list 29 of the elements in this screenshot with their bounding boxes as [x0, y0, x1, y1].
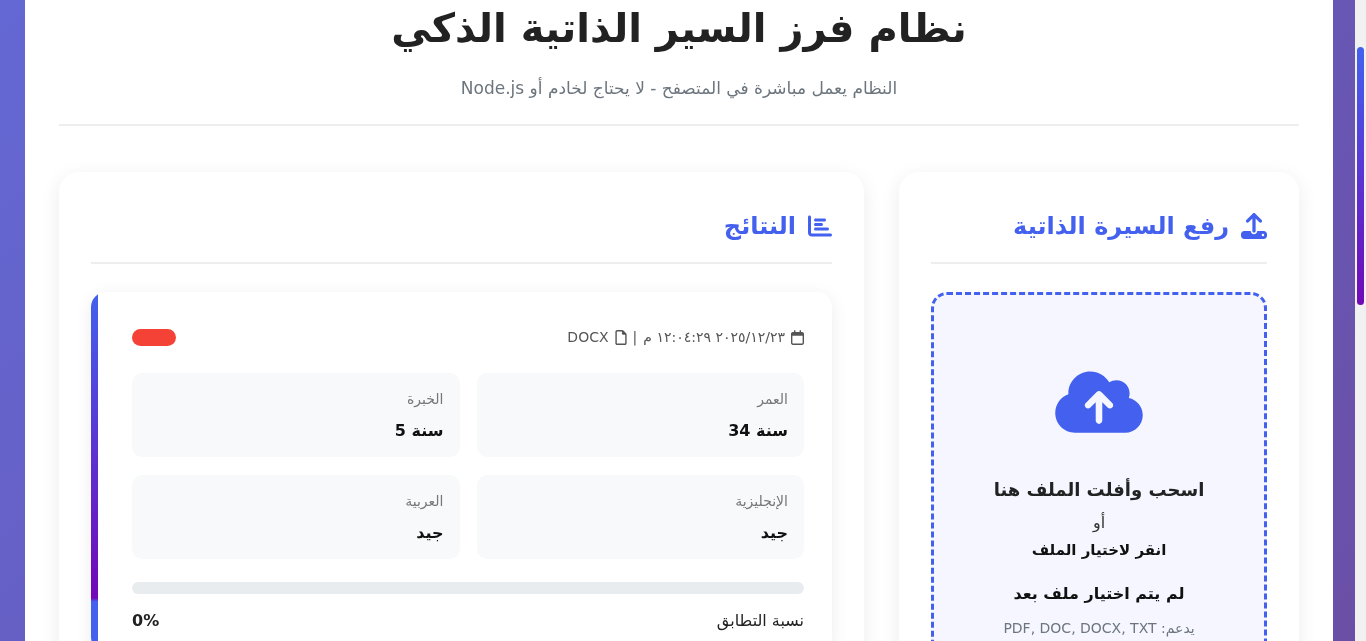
file-type: DOCX — [567, 327, 609, 347]
info-label: الإنجليزية — [734, 492, 788, 512]
info-value: 5 سنة — [393, 420, 444, 442]
chart-bar-icon — [808, 214, 832, 238]
info-value: جيد — [759, 522, 788, 544]
results-title: النتائج — [723, 211, 796, 242]
info-value: 34 سنة — [727, 420, 788, 442]
result-datetime: ٢٣/١٢/٢٠٢٥ ١٢:٠٤:٢٩ م — [643, 327, 785, 347]
calendar-icon — [791, 329, 804, 345]
upload-title: رفع السيرة الذاتية — [1013, 211, 1229, 242]
meta-separator: | — [632, 327, 638, 348]
file-icon — [614, 329, 627, 345]
drop-heading: اسحب وأفلت الملف هنا — [993, 477, 1205, 503]
drop-zone[interactable]: اسحب وأفلت الملف هنا أو انقر لاختيار الملف لم يتم اختيار ملف بعد يدعم: PDF, DOC, DOCX, TXT — [931, 292, 1267, 641]
info-label: العربية — [404, 492, 444, 512]
match-label: نسبة التطابق — [716, 610, 804, 632]
or-text: أو — [1092, 512, 1106, 534]
info-value: جيد — [415, 522, 444, 544]
page-title: نظام فرز السير الذاتية الذكي — [390, 4, 968, 54]
file-status: لم يتم اختيار ملف بعد — [1013, 583, 1185, 605]
scrollbar-track[interactable] — [1355, 0, 1366, 641]
info-label: العمر — [755, 390, 788, 410]
choose-file-text[interactable]: انقر لاختيار الملف — [1031, 539, 1167, 561]
info-label: الخبرة — [406, 390, 444, 410]
match-percent: 0% — [132, 610, 160, 632]
supported-formats: يدعم: PDF, DOC, DOCX, TXT — [1003, 619, 1195, 638]
upload-icon — [1241, 213, 1267, 239]
scrollbar-thumb[interactable] — [1357, 47, 1364, 305]
page-subtitle: النظام يعمل مباشرة في المتصفح - لا يحتاج لخادم أو Node.js — [459, 76, 899, 100]
